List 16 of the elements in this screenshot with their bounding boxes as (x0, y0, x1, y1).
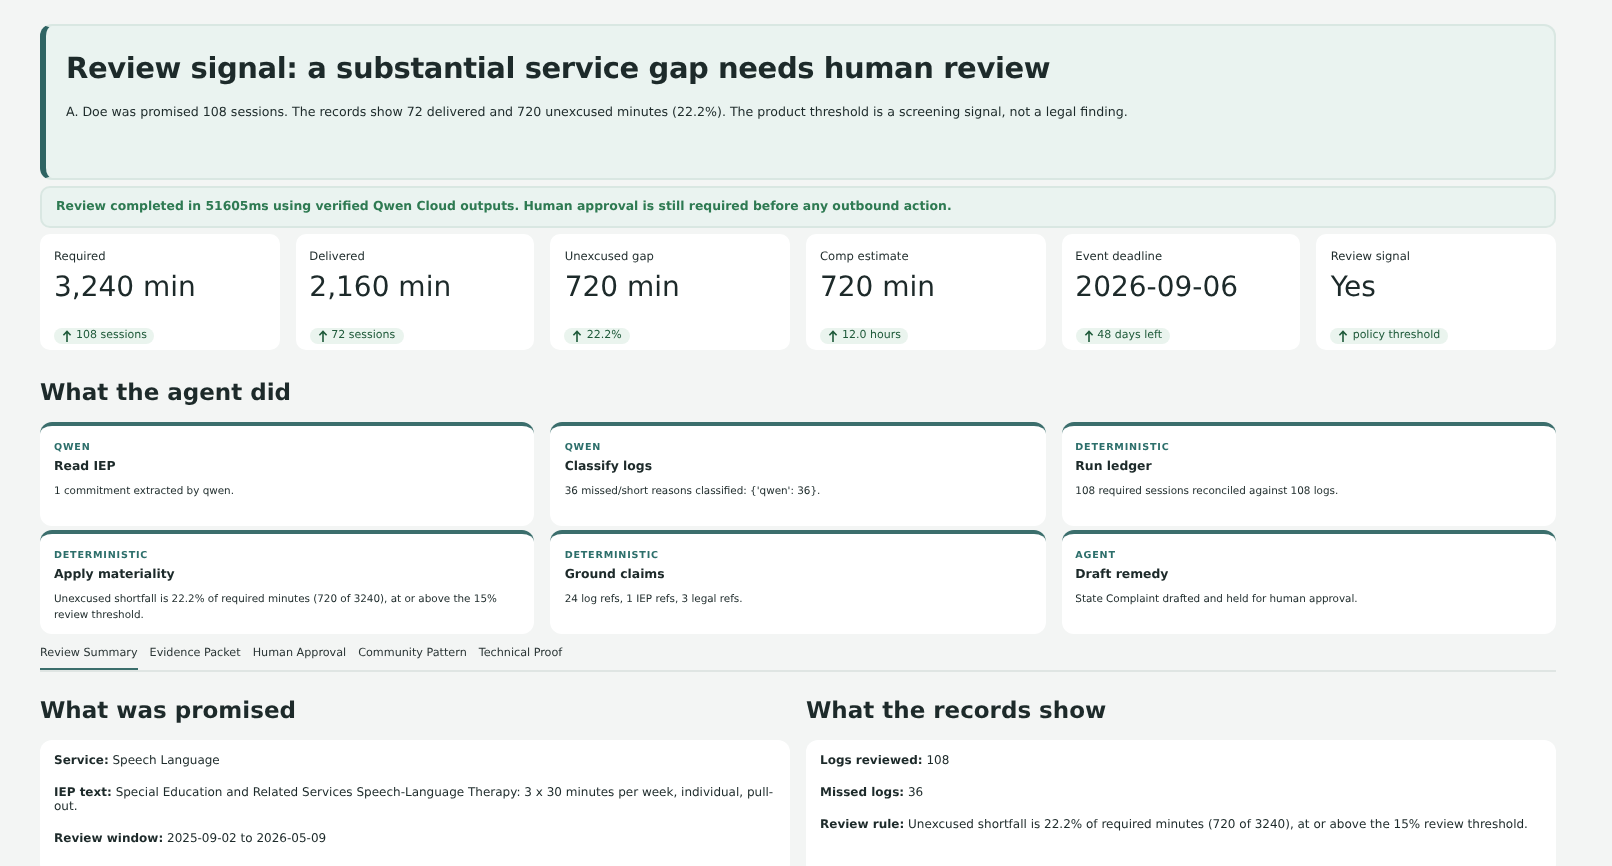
section-heading: What the records show (806, 696, 1109, 724)
arrow-up-icon (317, 330, 328, 342)
metric-value: Yes (1330, 272, 1378, 304)
metric-value: 720 min (564, 272, 682, 304)
metric-value: 3,240 min (54, 272, 198, 304)
arrow-up-icon (572, 330, 583, 342)
metric-value: 720 min (819, 272, 938, 304)
section-heading: What the agent did (40, 378, 294, 406)
metric-value: 2026-09-06 (1075, 272, 1241, 304)
arrow-up-icon (827, 330, 838, 342)
metric-value: 2,160 min (309, 272, 454, 304)
banner-title: Review signal: a substantial service gap needs human review (66, 54, 1053, 86)
arrow-up-icon (1338, 330, 1349, 342)
arrow-up-icon (62, 330, 72, 342)
section-heading: What was promised (40, 696, 298, 724)
arrow-up-icon (1083, 330, 1094, 342)
